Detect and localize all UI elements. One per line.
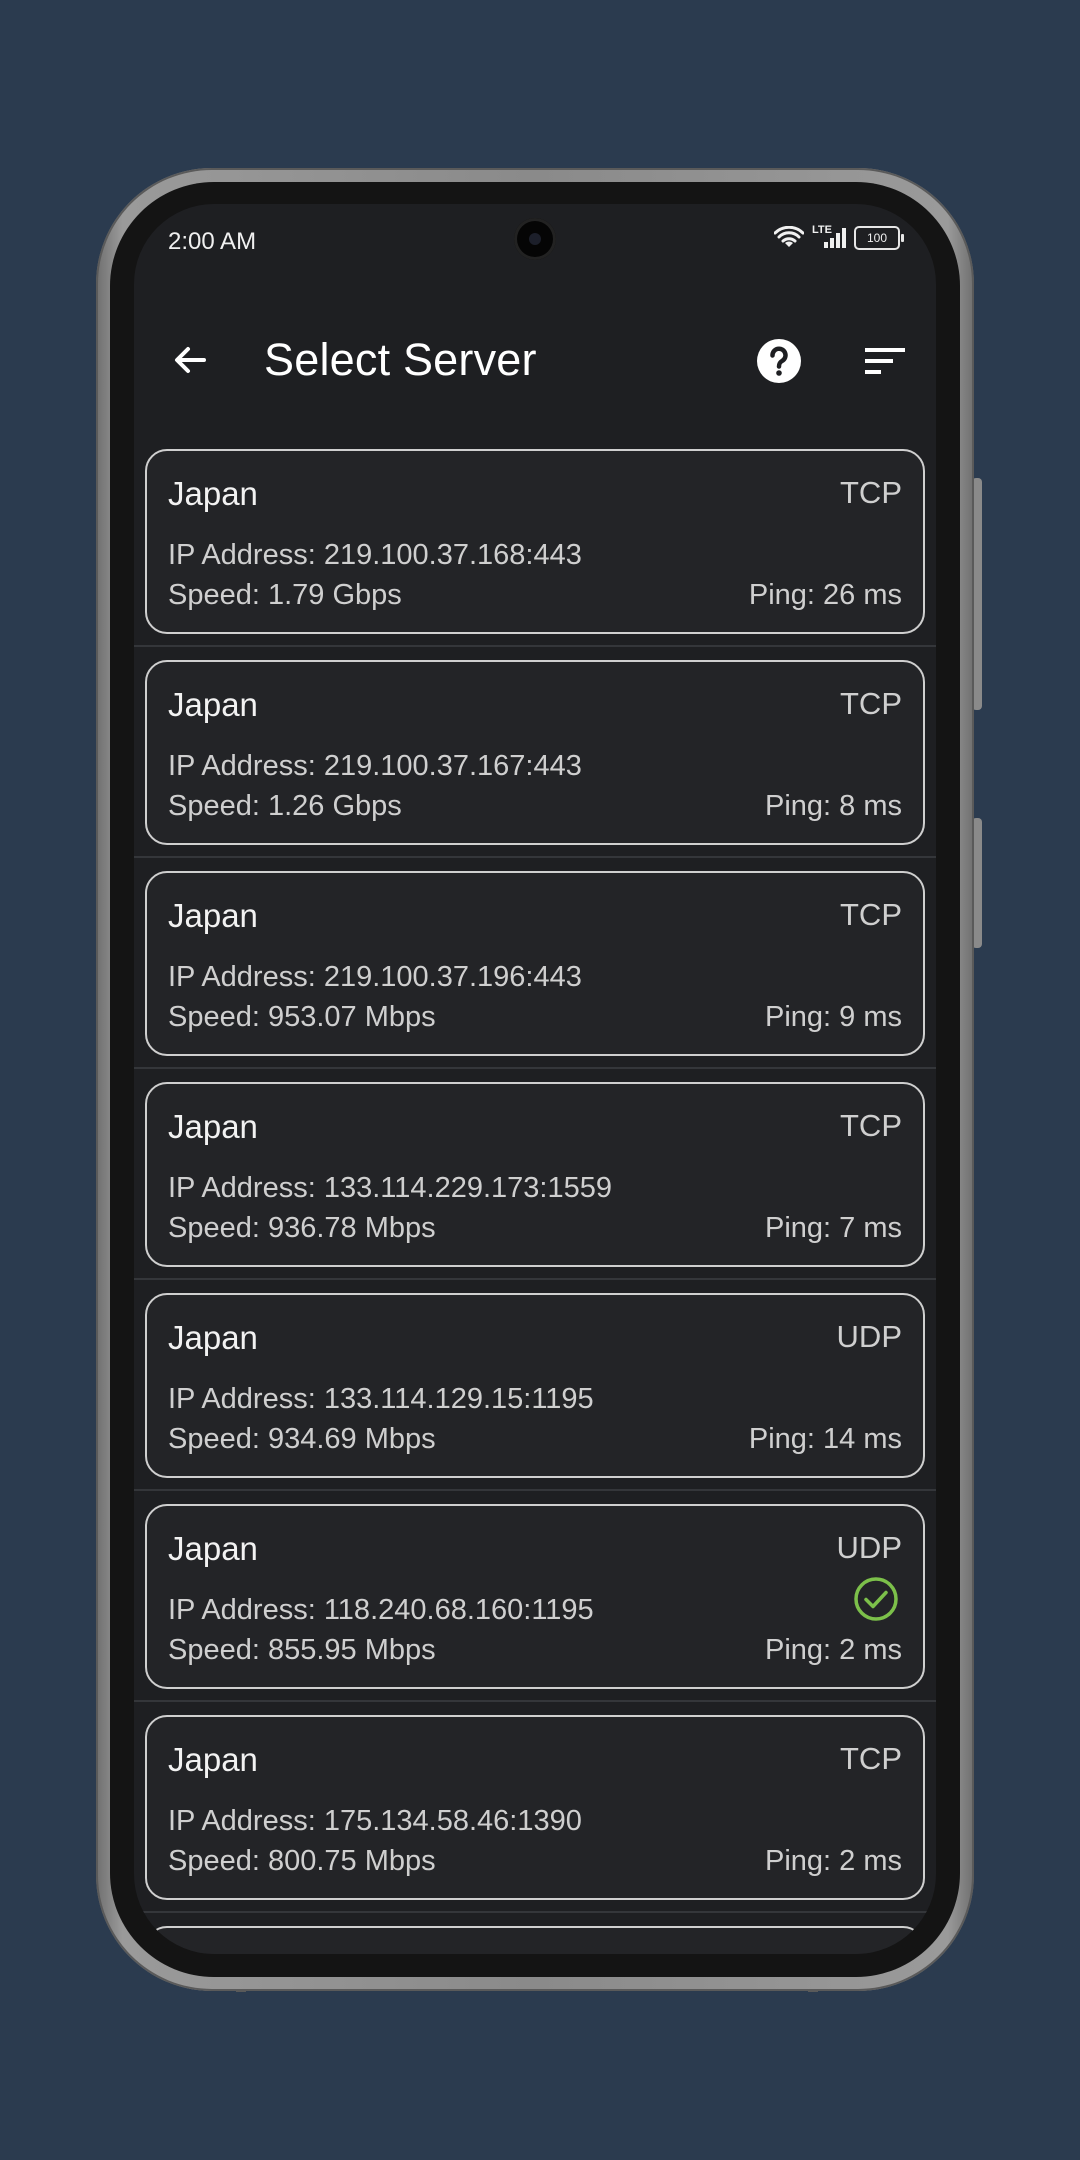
server-country: Japan <box>168 1108 258 1145</box>
server-speed: Speed: 1.26 Gbps <box>168 790 402 822</box>
server-ping: Ping: 26 ms <box>748 579 902 611</box>
help-button[interactable] <box>744 326 814 396</box>
server-card[interactable]: Japan TCP IP Address: 219.100.37.167:443… <box>145 660 925 845</box>
app-bar: Select Server <box>134 300 936 420</box>
server-ip-address: IP Address: 133.114.229.173:1559 <box>168 1172 612 1204</box>
server-list-item: Japan TCP IP Address: 219.100.37.167:443… <box>134 647 936 858</box>
lte-signal-icon: LTE <box>812 224 846 250</box>
server-protocol: TCP <box>840 1741 902 1776</box>
server-list-item: Japan TCP IP Address: 219.100.37.196:443… <box>134 858 936 1069</box>
server-list-item-partial <box>134 1913 936 1954</box>
wifi-icon <box>774 226 804 247</box>
server-card[interactable]: Japan UDP IP Address: 118.240.68.160:119… <box>145 1504 925 1689</box>
server-country: Japan <box>168 1741 258 1778</box>
server-list-item: Japan UDP IP Address: 118.240.68.160:119… <box>134 1491 936 1702</box>
server-ping: Ping: 9 ms <box>765 1001 902 1033</box>
server-ping: Ping: 2 ms <box>765 1634 902 1666</box>
sort-button[interactable] <box>850 326 920 396</box>
server-country: Japan <box>168 897 258 934</box>
server-protocol: TCP <box>840 1108 902 1143</box>
server-country: Japan <box>168 1319 258 1356</box>
battery-icon: 100 <box>854 226 904 250</box>
server-speed: Speed: 953.07 Mbps <box>168 1001 436 1033</box>
server-speed: Speed: 855.95 Mbps <box>168 1634 436 1666</box>
server-ip-address: IP Address: 219.100.37.167:443 <box>168 750 582 782</box>
server-list-item: Japan UDP IP Address: 133.114.129.15:119… <box>134 1280 936 1491</box>
front-camera <box>514 218 556 260</box>
server-speed: Speed: 1.79 Gbps <box>168 579 402 611</box>
server-ip-address: IP Address: 133.114.129.15:1195 <box>168 1383 594 1415</box>
server-ip-address: IP Address: 219.100.37.168:443 <box>168 539 582 571</box>
server-ping: Ping: 8 ms <box>765 790 902 822</box>
server-card[interactable]: Japan TCP IP Address: 219.100.37.168:443… <box>145 449 925 634</box>
server-protocol: UDP <box>836 1319 902 1354</box>
server-list: Japan TCP IP Address: 219.100.37.168:443… <box>134 436 936 1954</box>
server-protocol: TCP <box>840 897 902 932</box>
server-card[interactable] <box>145 1926 925 1954</box>
server-list-item: Japan TCP IP Address: 175.134.58.46:1390… <box>134 1702 936 1913</box>
status-time: 2:00 AM <box>168 228 257 255</box>
server-protocol: TCP <box>840 686 902 721</box>
help-circle-icon <box>757 339 801 383</box>
server-card[interactable]: Japan UDP IP Address: 133.114.129.15:119… <box>145 1293 925 1478</box>
server-ip-address: IP Address: 175.134.58.46:1390 <box>168 1805 582 1837</box>
server-ping: Ping: 7 ms <box>765 1212 902 1244</box>
server-speed: Speed: 936.78 Mbps <box>168 1212 436 1244</box>
server-protocol: TCP <box>840 475 902 510</box>
server-speed: Speed: 934.69 Mbps <box>168 1423 436 1455</box>
server-speed: Speed: 800.75 Mbps <box>168 1845 436 1877</box>
server-list-item: Japan TCP IP Address: 219.100.37.168:443… <box>134 436 936 647</box>
stage: 2:00 AM LTE 100 Select Server Japan TCP … <box>0 0 1080 2160</box>
server-ip-address: IP Address: 118.240.68.160:1195 <box>168 1594 594 1626</box>
server-country: Japan <box>168 1530 258 1567</box>
server-card[interactable]: Japan TCP IP Address: 175.134.58.46:1390… <box>145 1715 925 1900</box>
server-ping: Ping: 14 ms <box>748 1423 902 1455</box>
page-title: Select Server <box>264 334 537 385</box>
server-ip-address: IP Address: 219.100.37.196:443 <box>168 961 582 993</box>
server-protocol: UDP <box>836 1530 902 1565</box>
sort-icon <box>865 348 905 374</box>
selected-check-icon <box>854 1577 898 1621</box>
phone-screen: 2:00 AM LTE 100 Select Server Japan TCP … <box>134 204 936 1954</box>
server-list-item: Japan TCP IP Address: 133.114.229.173:15… <box>134 1069 936 1280</box>
back-button[interactable] <box>152 322 228 398</box>
status-icons: LTE 100 <box>774 224 904 250</box>
server-country: Japan <box>168 686 258 723</box>
arrow-back-icon <box>175 347 206 373</box>
server-card[interactable]: Japan TCP IP Address: 133.114.229.173:15… <box>145 1082 925 1267</box>
status-bar: 2:00 AM LTE 100 <box>134 204 936 284</box>
server-card[interactable]: Japan TCP IP Address: 219.100.37.196:443… <box>145 871 925 1056</box>
server-country: Japan <box>168 475 258 512</box>
server-ping: Ping: 2 ms <box>765 1845 902 1877</box>
